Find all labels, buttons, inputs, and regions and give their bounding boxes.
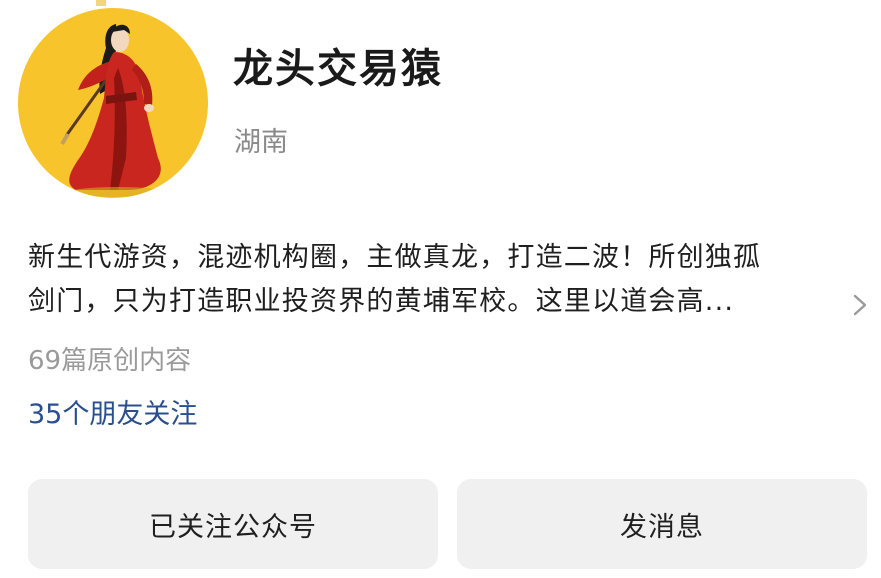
followed-account-button[interactable]: 已关注公众号 [28, 479, 438, 569]
swordsman-figure-icon [60, 24, 166, 197]
description-line-1: 新生代游资，混迹机构圈，主做真龙，打造二波！所创独孤 [28, 242, 762, 273]
original-article-count[interactable]: 69篇原创内容 [28, 340, 191, 377]
avatar[interactable] [18, 8, 208, 198]
friends-following-link[interactable]: 35个朋友关注 [28, 392, 197, 431]
profile-description[interactable]: 新生代游资，混迹机构圈，主做真龙，打造二波！所创独孤 剑门，只为打造职业投资界的… [28, 236, 843, 324]
profile-name: 龙头交易猿 [233, 46, 443, 92]
send-message-button[interactable]: 发消息 [457, 479, 867, 569]
chevron-right-icon[interactable] [849, 290, 871, 320]
profile-region: 湖南 [234, 127, 288, 158]
top-corner-mark [96, 0, 106, 6]
description-line-2: 剑门，只为打造职业投资界的黄埔军校。这里以道会高... [28, 286, 735, 317]
